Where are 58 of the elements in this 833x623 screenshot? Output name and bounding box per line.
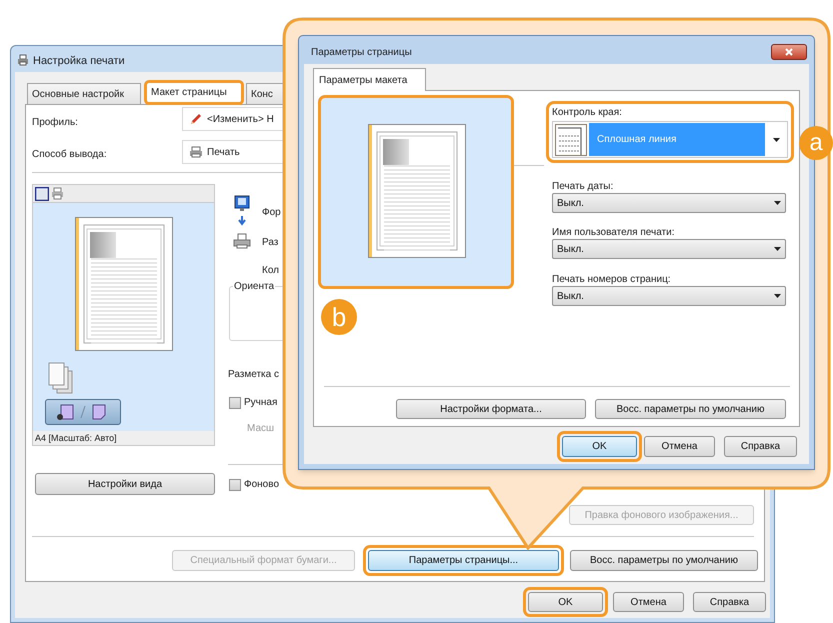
dialog-button[interactable]: Отмена — [644, 436, 715, 457]
dropdown-value: Выкл. — [557, 290, 584, 304]
field-value: Печать — [207, 146, 240, 160]
close-button[interactable] — [771, 44, 807, 60]
field-label: Контроль края: — [552, 106, 622, 120]
dropdown[interactable]: Выкл. — [552, 286, 786, 306]
field-label: Масш — [247, 422, 274, 436]
dropdown-value: Выкл. — [557, 242, 584, 256]
field-label: Печать даты: — [552, 180, 614, 194]
dropdown-arrow-icon — [774, 201, 781, 205]
checkbox[interactable] — [229, 396, 241, 408]
dropdown-arrow-icon — [774, 247, 781, 251]
printer-icon — [51, 187, 64, 200]
dropdown-arrow-icon — [773, 138, 780, 142]
dialog-button[interactable]: Настройки формата... — [396, 399, 586, 419]
field-value: <Изменить> Н — [207, 112, 274, 126]
tab[interactable]: Макет страницы — [144, 80, 244, 105]
checkbox-label: Ручная — [244, 396, 278, 410]
dropdown[interactable]: Выкл. — [552, 239, 786, 259]
field-label: Имя пользователя печати: — [552, 226, 674, 240]
field-label: Профиль: — [32, 116, 78, 130]
tab[interactable]: Параметры макета — [313, 68, 426, 91]
dialog-button[interactable]: Восс. параметры по умолчанию — [570, 550, 758, 571]
printer-icon — [233, 233, 251, 249]
window-title: Параметры страницы — [311, 46, 412, 60]
dialog-button[interactable]: OK — [528, 592, 603, 612]
monitor-icon — [234, 195, 250, 227]
checkbox-label: Фоново — [244, 478, 280, 492]
tab[interactable]: Основные настройк — [27, 83, 141, 105]
field-label: Печать номеров страниц: — [552, 273, 671, 287]
group-label: Ориента — [233, 279, 276, 294]
dialog-button[interactable]: Параметры страницы... — [368, 550, 559, 571]
dropdown[interactable]: Выкл. — [552, 193, 786, 213]
printer-icon — [189, 146, 203, 158]
pencil-icon — [189, 112, 203, 126]
close-icon — [784, 48, 794, 56]
option-label: Кол — [262, 264, 280, 278]
view-settings-button[interactable]: Настройки вида — [35, 473, 215, 495]
dialog-button[interactable]: Справка — [724, 436, 797, 457]
window-title: Настройка печати — [33, 54, 125, 69]
option-label: Фор — [262, 206, 281, 220]
dialog-button[interactable]: OK — [562, 436, 637, 457]
dropdown-arrow-icon — [774, 294, 781, 298]
checkbox[interactable] — [229, 478, 241, 490]
option-label: Раз — [262, 236, 278, 250]
dialog-button[interactable]: Справка — [693, 592, 766, 612]
dialog-button[interactable]: Отмена — [613, 592, 684, 612]
page-view-icon — [35, 187, 49, 201]
dropdown-value: Выкл. — [557, 196, 584, 210]
selected-option: Сплошная линия — [589, 123, 765, 156]
preview-caption: A4 [Масштаб: Авто] — [33, 431, 214, 445]
field-label: Способ вывода: — [32, 148, 107, 162]
printer-icon — [17, 54, 29, 66]
dialog-button[interactable]: Восс. параметры по умолчанию — [595, 399, 786, 419]
section-label: Разметка с — [228, 368, 279, 382]
stacked-pages-icon — [48, 362, 73, 394]
page-border-icon — [555, 124, 587, 156]
layout-toggle-button[interactable] — [45, 399, 121, 425]
